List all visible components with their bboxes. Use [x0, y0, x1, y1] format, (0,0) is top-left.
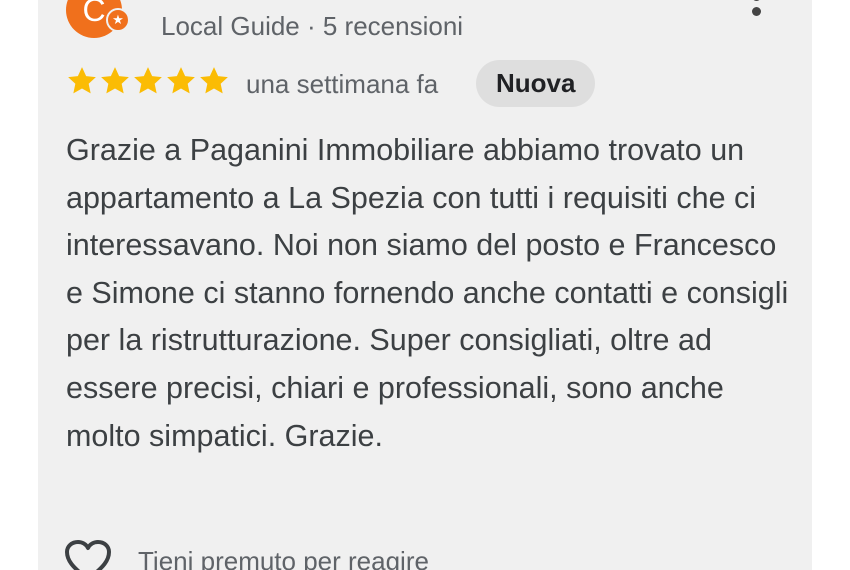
- star-icon: [200, 67, 228, 94]
- react-button[interactable]: Tieni premuto per reagire: [64, 535, 564, 570]
- star-icon: [134, 67, 162, 94]
- avatar[interactable]: C ★: [66, 0, 132, 38]
- react-label: Tieni premuto per reagire: [138, 546, 429, 570]
- more-vert-icon[interactable]: [744, 0, 768, 24]
- rating-row: una settimana fa Nuova: [66, 60, 766, 107]
- local-guide-star-icon: ★: [106, 8, 130, 32]
- star-icon: [167, 67, 195, 94]
- review-card: C ★ Local Guide · 5 recensioni una setti…: [38, 0, 812, 570]
- star-rating: [66, 65, 231, 99]
- review-time: una settimana fa: [246, 69, 439, 99]
- heart-outline-icon: [65, 540, 111, 570]
- review-text[interactable]: Grazie a Paganini Immobiliare abbiamo tr…: [66, 127, 796, 460]
- star-icon: [101, 67, 129, 94]
- new-badge: Nuova: [476, 60, 596, 107]
- star-icon: [68, 67, 96, 94]
- reviewer-meta[interactable]: Local Guide · 5 recensioni: [161, 11, 463, 42]
